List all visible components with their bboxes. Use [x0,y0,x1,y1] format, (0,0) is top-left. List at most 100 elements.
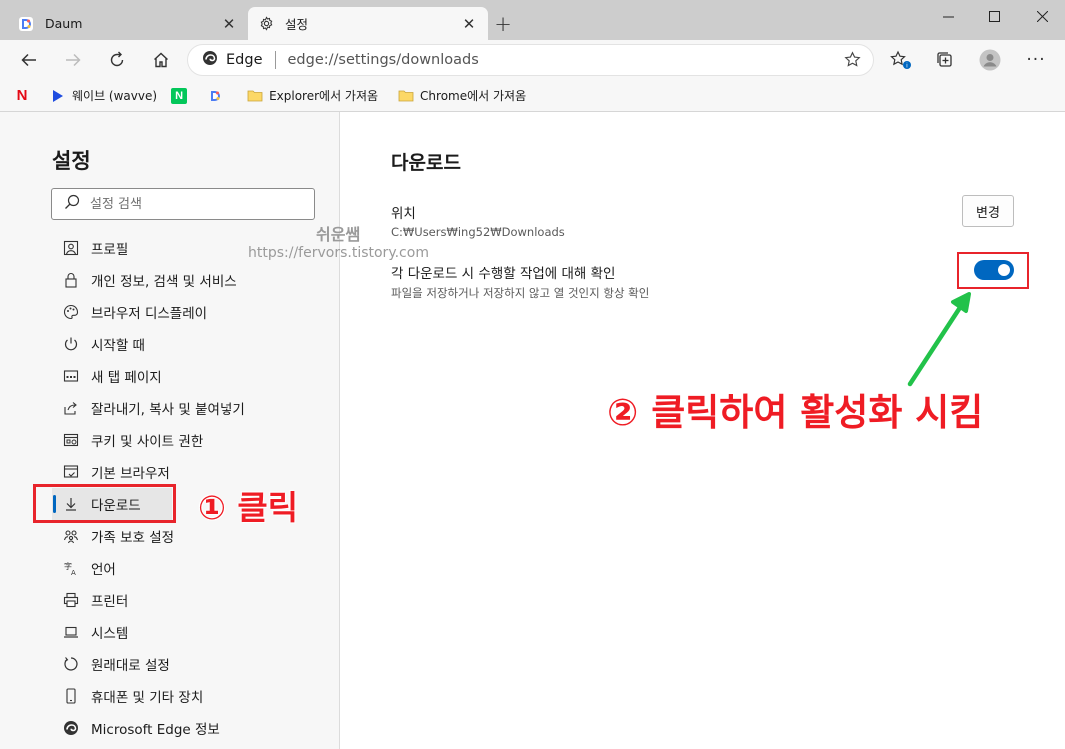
watermark-url: https://fervors.tistory.com [248,245,429,261]
tab-daum[interactable]: Daum ✕ [8,7,248,40]
sidebar-item-appearance[interactable]: 브라우저 디스플레이 [52,296,340,328]
home-button[interactable] [145,44,177,76]
reset-icon [62,655,80,673]
sidebar-item-system[interactable]: 시스템 [52,616,340,648]
ask-setting-label: 각 다운로드 시 수행할 작업에 대해 확인 [391,266,616,282]
close-window-button[interactable] [1019,0,1065,32]
more-menu-button[interactable]: ··· [1020,44,1052,76]
edge-icon [62,719,80,737]
close-tab-icon[interactable]: ✕ [460,15,478,33]
sidebar-item-about[interactable]: Microsoft Edge 정보 [52,712,340,744]
location-path: C:₩Users₩ing52₩Downloads [391,225,565,239]
svg-text:A: A [71,569,76,576]
daum-icon [207,88,223,104]
share-icon [62,399,80,417]
bookmark-folder-chrome[interactable]: Chrome에서 가져옴 [398,87,526,104]
sidebar-item-label: 원래대로 설정 [91,658,170,674]
refresh-icon [110,51,124,67]
highlight-box-toggle [957,252,1029,289]
profile-button[interactable] [974,44,1006,76]
settings-sidebar: 설정 프로필 개인 정보, 검색 및 서비스 브라우저 디스플레이 시작할 때 … [0,112,340,749]
refresh-button[interactable] [101,44,133,76]
lock-icon [62,271,80,289]
watermark-title: 쉬운쌤 [316,225,361,244]
ask-setting-description: 파일을 저장하거나 저장하지 않고 열 것인지 항상 확인 [391,286,650,300]
arrow-head-icon [951,292,971,313]
wavve-icon [50,88,66,104]
address-site-label: Edge [226,52,263,68]
newtab-icon [62,367,80,385]
more-dots-icon: ··· [1026,50,1046,70]
sidebar-item-label: 프로필 [91,242,129,258]
sidebar-item-label: 프린터 [91,594,129,610]
minimize-button[interactable] [925,0,971,32]
sidebar-item-printers[interactable]: 프린터 [52,584,340,616]
bookmark-folder-explorer[interactable]: Explorer에서 가져옴 [247,87,378,104]
collections-button[interactable] [929,44,961,76]
sidebar-item-label: 시작할 때 [91,338,145,354]
bookmark-netflix[interactable]: N [14,87,36,104]
forward-button[interactable] [57,44,89,76]
settings-search-input[interactable] [90,196,310,212]
sidebar-title: 설정 [52,149,91,173]
sidebar-item-label: 휴대폰 및 기타 장치 [91,690,204,706]
bookmark-label: Explorer에서 가져옴 [269,89,379,103]
sidebar-item-label: 개인 정보, 검색 및 서비스 [91,274,237,290]
back-arrow-icon [21,53,36,67]
location-label: 위치 [391,206,416,222]
sidebar-item-label: Microsoft Edge 정보 [91,722,220,738]
bookmark-daum[interactable] [207,88,229,104]
change-location-button[interactable]: 변경 [962,195,1014,227]
sidebar-item-startup[interactable]: 시작할 때 [52,328,340,360]
family-icon [62,527,80,545]
sidebar-item-languages[interactable]: 字A 언어 [52,552,340,584]
sidebar-item-share[interactable]: 잘라내기, 복사 및 붙여넣기 [52,392,340,424]
sidebar-item-cookies[interactable]: 쿠키 및 사이트 권한 [52,424,340,456]
sidebar-item-label: 새 탭 페이지 [91,370,162,386]
bookmark-wavve[interactable]: 웨이브 (wavve) [50,87,157,104]
bookmark-naver[interactable]: N [171,87,193,104]
sidebar-item-label: 가족 보호 설정 [91,530,175,546]
sidebar-item-label: 언어 [91,562,116,578]
bookmark-label: Chrome에서 가져옴 [420,89,527,103]
favorites-icon: i [890,50,912,70]
sidebar-item-reset[interactable]: 원래대로 설정 [52,648,340,680]
printer-icon [62,591,80,609]
arrow-shaft [907,303,964,387]
bookmark-label: 웨이브 (wavve) [72,89,158,103]
new-tab-button[interactable]: + [491,12,515,36]
tab-title: 설정 [285,17,309,32]
language-icon: 字A [62,559,80,577]
tab-strip: Daum ✕ 설정 ✕ + [0,0,1065,40]
favorite-star-icon[interactable] [844,51,861,72]
highlight-box-downloads [33,484,176,523]
back-button[interactable] [13,44,45,76]
sidebar-item-label: 시스템 [91,626,129,642]
cookie-icon [62,431,80,449]
folder-icon [247,88,263,104]
bookmarks-bar: N 웨이브 (wavve) N Explorer에서 가져옴 Chrome에서 … [0,80,1065,112]
annotation-step2: ② 클릭하여 활성화 시킴 [607,391,984,434]
url-text[interactable]: edge://settings/downloads [288,52,479,68]
close-tab-icon[interactable]: ✕ [220,15,238,33]
palette-icon [62,303,80,321]
sidebar-item-label: 브라우저 디스플레이 [91,306,208,322]
phone-icon [62,687,80,705]
forward-arrow-icon [66,53,81,67]
search-icon [64,194,80,214]
page-title: 다운로드 [391,152,461,174]
profile-icon [62,239,80,257]
naver-icon: N [171,87,188,104]
tab-title: Daum [45,16,83,31]
sidebar-item-newtab[interactable]: 새 탭 페이지 [52,360,340,392]
address-bar[interactable]: Edge edge://settings/downloads [187,44,874,76]
settings-search-box[interactable] [51,188,315,220]
sidebar-item-phone[interactable]: 휴대폰 및 기타 장치 [52,680,340,712]
favorites-button[interactable]: i [885,44,917,76]
sidebar-item-privacy[interactable]: 개인 정보, 검색 및 서비스 [52,264,340,296]
tab-settings[interactable]: 설정 ✕ [248,7,488,40]
laptop-icon [62,623,80,641]
edge-icon [202,50,218,70]
maximize-button[interactable] [971,0,1017,32]
sidebar-item-label: 잘라내기, 복사 및 붙여넣기 [91,402,245,418]
